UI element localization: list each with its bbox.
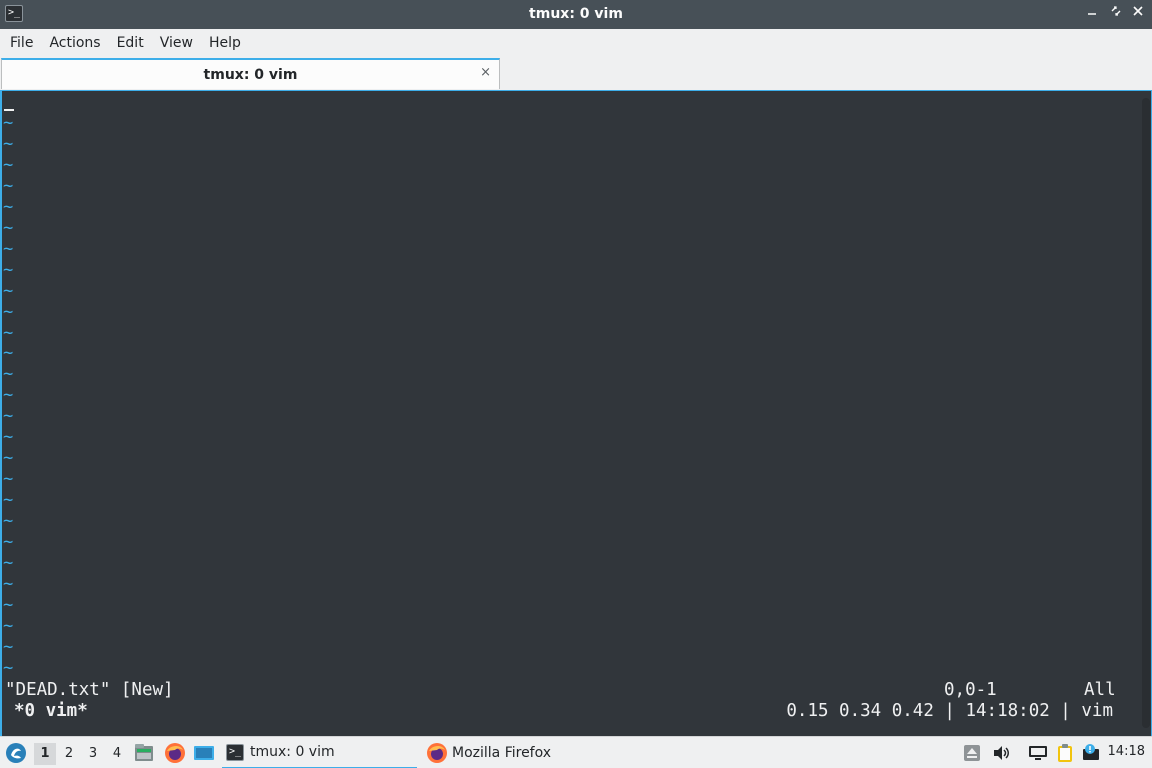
network-tray-button[interactable] (1028, 743, 1048, 763)
workspace-4[interactable]: 4 (106, 743, 128, 765)
taskbar: 1 2 3 4 >_ tmux: 0 vim Mozilla Firefox 1… (0, 736, 1152, 768)
clipboard-tray-button[interactable] (1055, 743, 1075, 763)
vim-empty-lines: ~ ~ ~ ~ ~ ~ ~ ~ ~ ~ ~ ~ ~ ~ ~ ~ ~ ~ ~ ~ … (3, 113, 13, 679)
vim-tilde-line: ~ (3, 133, 14, 154)
volume-icon (994, 746, 1009, 760)
workspace-1[interactable]: 1 (34, 743, 56, 765)
vim-tilde-line: ~ (3, 615, 14, 636)
clock[interactable]: 14:18 (1108, 744, 1145, 759)
vim-tilde-line: ~ (3, 448, 14, 469)
terminal-view[interactable]: ~ ~ ~ ~ ~ ~ ~ ~ ~ ~ ~ ~ ~ ~ ~ ~ ~ ~ ~ ~ … (0, 90, 1152, 736)
firefox-icon (427, 743, 447, 763)
file-manager-launcher[interactable] (133, 742, 155, 764)
menu-help[interactable]: Help (201, 35, 249, 51)
vim-tilde-line: ~ (3, 280, 14, 301)
maximize-button[interactable] (1107, 5, 1125, 23)
vim-tilde-line: ~ (3, 238, 14, 259)
lxqt-menu-icon (6, 743, 26, 763)
vim-tilde-line: ~ (3, 385, 14, 406)
tab-bar: tmux: 0 vim × (0, 57, 1152, 90)
tab-label: tmux: 0 vim (203, 67, 298, 83)
text-cursor (4, 109, 14, 111)
minimize-icon (1088, 13, 1096, 15)
vim-tilde-line: ~ (3, 636, 14, 657)
volume-tray-button[interactable] (991, 743, 1011, 763)
vim-tilde-line: ~ (3, 490, 14, 511)
vim-tilde-line: ~ (3, 364, 14, 385)
vim-tilde-line: ~ (3, 301, 14, 322)
task-label: tmux: 0 vim (250, 744, 335, 760)
workspace-3[interactable]: 3 (82, 743, 104, 765)
vim-tilde-line: ~ (3, 532, 14, 553)
update-notifier-tray-button[interactable] (1082, 743, 1102, 763)
vim-tilde-line: ~ (3, 175, 14, 196)
network-icon (1029, 746, 1047, 760)
menu-edit[interactable]: Edit (109, 35, 152, 51)
eject-tray-button[interactable] (962, 743, 982, 763)
vim-tilde-line: ~ (3, 594, 14, 615)
vim-tilde-line: ~ (3, 343, 14, 364)
minimize-button[interactable] (1083, 5, 1101, 23)
firefox-icon (165, 743, 185, 763)
vim-tilde-line: ~ (3, 196, 14, 217)
vim-cursor-position: 0,0-1 (944, 680, 997, 700)
maximize-icon (1111, 6, 1121, 16)
clipboard-icon (1058, 744, 1072, 762)
vim-tilde-line: ~ (3, 113, 14, 133)
firefox-launcher[interactable] (164, 742, 186, 764)
desktop-icon (194, 746, 214, 760)
tmux-window-list: *0 vim* (14, 701, 88, 721)
task-firefox[interactable]: Mozilla Firefox (424, 737, 624, 768)
menu-file[interactable]: File (2, 35, 41, 51)
vim-tilde-line: ~ (3, 511, 14, 532)
file-manager-icon (135, 744, 153, 761)
eject-icon (964, 745, 980, 761)
menu-actions[interactable]: Actions (41, 35, 108, 51)
tmux-status-right: 0.15 0.34 0.42 | 14:18:02 | vim (786, 701, 1113, 721)
vim-tilde-line: ~ (3, 553, 14, 574)
terminal-icon: >_ (226, 743, 244, 761)
menu-view[interactable]: View (152, 35, 201, 51)
terminal-scrollbar[interactable] (1142, 98, 1150, 728)
vim-tilde-line: ~ (3, 573, 14, 594)
menu-bar: File Actions Edit View Help (0, 29, 1152, 57)
window-titlebar: >_ tmux: 0 vim (0, 0, 1152, 29)
close-icon (1133, 6, 1143, 16)
show-desktop-launcher[interactable] (193, 742, 215, 764)
vim-tilde-line: ~ (3, 427, 14, 448)
vim-tilde-line: ~ (3, 469, 14, 490)
close-button[interactable] (1129, 5, 1147, 23)
tab-tmux[interactable]: tmux: 0 vim × (1, 58, 500, 89)
task-label: Mozilla Firefox (452, 745, 552, 761)
vim-tilde-line: ~ (3, 406, 14, 427)
task-terminal[interactable]: >_ tmux: 0 vim (222, 737, 417, 768)
tab-close-icon[interactable]: × (480, 65, 491, 80)
vim-tilde-line: ~ (3, 217, 14, 238)
workspace-2[interactable]: 2 (58, 743, 80, 765)
vim-tilde-line: ~ (3, 657, 14, 678)
vim-scroll-indicator: All (1084, 680, 1116, 700)
application-menu-button[interactable] (5, 742, 27, 764)
vim-message-line: "DEAD.txt" [New] (5, 680, 174, 700)
vim-tilde-line: ~ (3, 322, 14, 343)
vim-tilde-line: ~ (3, 154, 14, 175)
update-notifier-icon (1083, 744, 1099, 760)
window-title: tmux: 0 vim (529, 6, 623, 22)
vim-tilde-line: ~ (3, 259, 14, 280)
